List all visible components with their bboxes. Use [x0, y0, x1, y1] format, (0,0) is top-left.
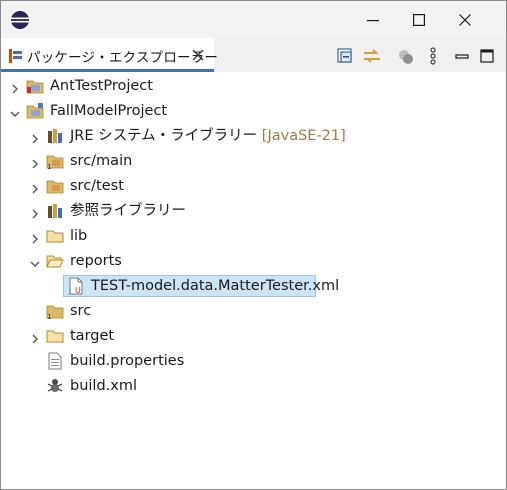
maximize-button[interactable] [396, 1, 442, 38]
maximize-icon [413, 13, 425, 26]
tree-item-reports[interactable]: reports [1, 249, 506, 273]
tree-item-label: 参照ライブラリー [70, 203, 186, 219]
chevron-right-icon[interactable] [29, 180, 41, 194]
tree-item-referenced-libraries[interactable]: 参照ライブラリー [1, 199, 506, 223]
source-folder-icon [46, 177, 64, 195]
minimize-view-icon[interactable] [452, 46, 472, 66]
eclipse-window: パッケージ・エクスプローラー AntTestProject FallModelP… [0, 0, 507, 490]
tree-item-src-test[interactable]: src/test [1, 174, 506, 198]
collapse-all-icon[interactable] [335, 46, 355, 66]
properties-file-icon [46, 352, 64, 370]
tree-item-label: lib [70, 228, 88, 244]
tree-item-src-main[interactable]: 1 src/main [1, 149, 506, 173]
filter-icon[interactable] [396, 46, 416, 66]
link-with-editor-icon[interactable] [362, 46, 382, 66]
title-bar[interactable] [1, 1, 506, 38]
tree-item-anttestproject[interactable]: AntTestProject [1, 74, 506, 98]
chevron-down-icon[interactable] [29, 255, 41, 267]
tree-item-label: AntTestProject [50, 78, 153, 94]
tree-item-decoration: [JavaSE-21] [261, 128, 346, 144]
tree-item-build-properties[interactable]: build.properties [1, 349, 506, 373]
tree-item-label: TEST-model.data.MatterTester.xml [91, 278, 340, 294]
tree-item-label: reports [70, 253, 122, 269]
tab-package-explorer[interactable]: パッケージ・エクスプローラー [1, 38, 218, 72]
folder-open-icon [46, 252, 64, 270]
minimize-icon [367, 14, 379, 26]
junit-xml-file-icon: J U [67, 277, 85, 295]
chevron-right-icon[interactable] [29, 330, 41, 344]
folder-icon [46, 227, 64, 245]
tree-item-label: src [70, 303, 92, 319]
tree-item-build-xml[interactable]: build.xml [1, 374, 506, 398]
tree-item-label: JRE システム・ライブラリー [JavaSE-21] [70, 128, 346, 144]
project-icon [26, 102, 44, 120]
tree-item-lib[interactable]: lib [1, 224, 506, 248]
view-tab-bar: パッケージ・エクスプローラー [1, 38, 506, 72]
package-explorer-icon [8, 48, 24, 64]
tree-item-src[interactable]: 1 src [1, 299, 506, 323]
tree-item-jre-system-library[interactable]: JRE システム・ライブラリー [JavaSE-21] [1, 124, 506, 148]
tree-item-label: build.properties [70, 353, 185, 369]
chevron-right-icon[interactable] [29, 230, 41, 244]
svg-text:U: U [75, 286, 81, 295]
library-icon [46, 202, 64, 220]
project-tree[interactable]: AntTestProject FallModelProject JRE システム… [1, 72, 506, 489]
ant-xml-file-icon [46, 377, 64, 395]
project-icon [26, 77, 44, 95]
source-package-icon: 1 [46, 302, 64, 321]
tree-item-fallmodelproject[interactable]: FallModelProject [1, 99, 506, 123]
maximize-view-icon[interactable] [477, 46, 497, 66]
chevron-down-icon[interactable] [9, 105, 21, 117]
chevron-right-icon[interactable] [9, 80, 21, 94]
close-button[interactable] [442, 1, 488, 38]
folder-icon [46, 327, 64, 345]
tree-item-label: src/main [70, 153, 133, 169]
library-icon [46, 127, 64, 145]
eclipse-app-icon [10, 10, 30, 30]
chevron-right-icon[interactable] [29, 130, 41, 144]
tree-item-label: FallModelProject [50, 103, 168, 119]
tree-item-test-report-xml[interactable]: J U TEST-model.data.MatterTester.xml [1, 274, 506, 298]
view-menu-icon[interactable] [423, 46, 443, 66]
close-icon [459, 13, 471, 26]
chevron-right-icon[interactable] [29, 205, 41, 219]
svg-text:1: 1 [47, 163, 51, 170]
tree-item-label: src/test [70, 178, 124, 194]
tree-item-label: target [70, 328, 115, 344]
close-tab-icon[interactable] [191, 47, 205, 61]
svg-text:1: 1 [47, 313, 51, 320]
tree-item-label: build.xml [70, 378, 137, 394]
tab-title: パッケージ・エクスプローラー [27, 50, 219, 66]
chevron-right-icon[interactable] [29, 155, 41, 169]
minimize-button[interactable] [350, 1, 396, 38]
package-folder-icon: 1 [46, 152, 64, 171]
tree-item-target[interactable]: target [1, 324, 506, 348]
svg-text:J: J [68, 286, 71, 295]
